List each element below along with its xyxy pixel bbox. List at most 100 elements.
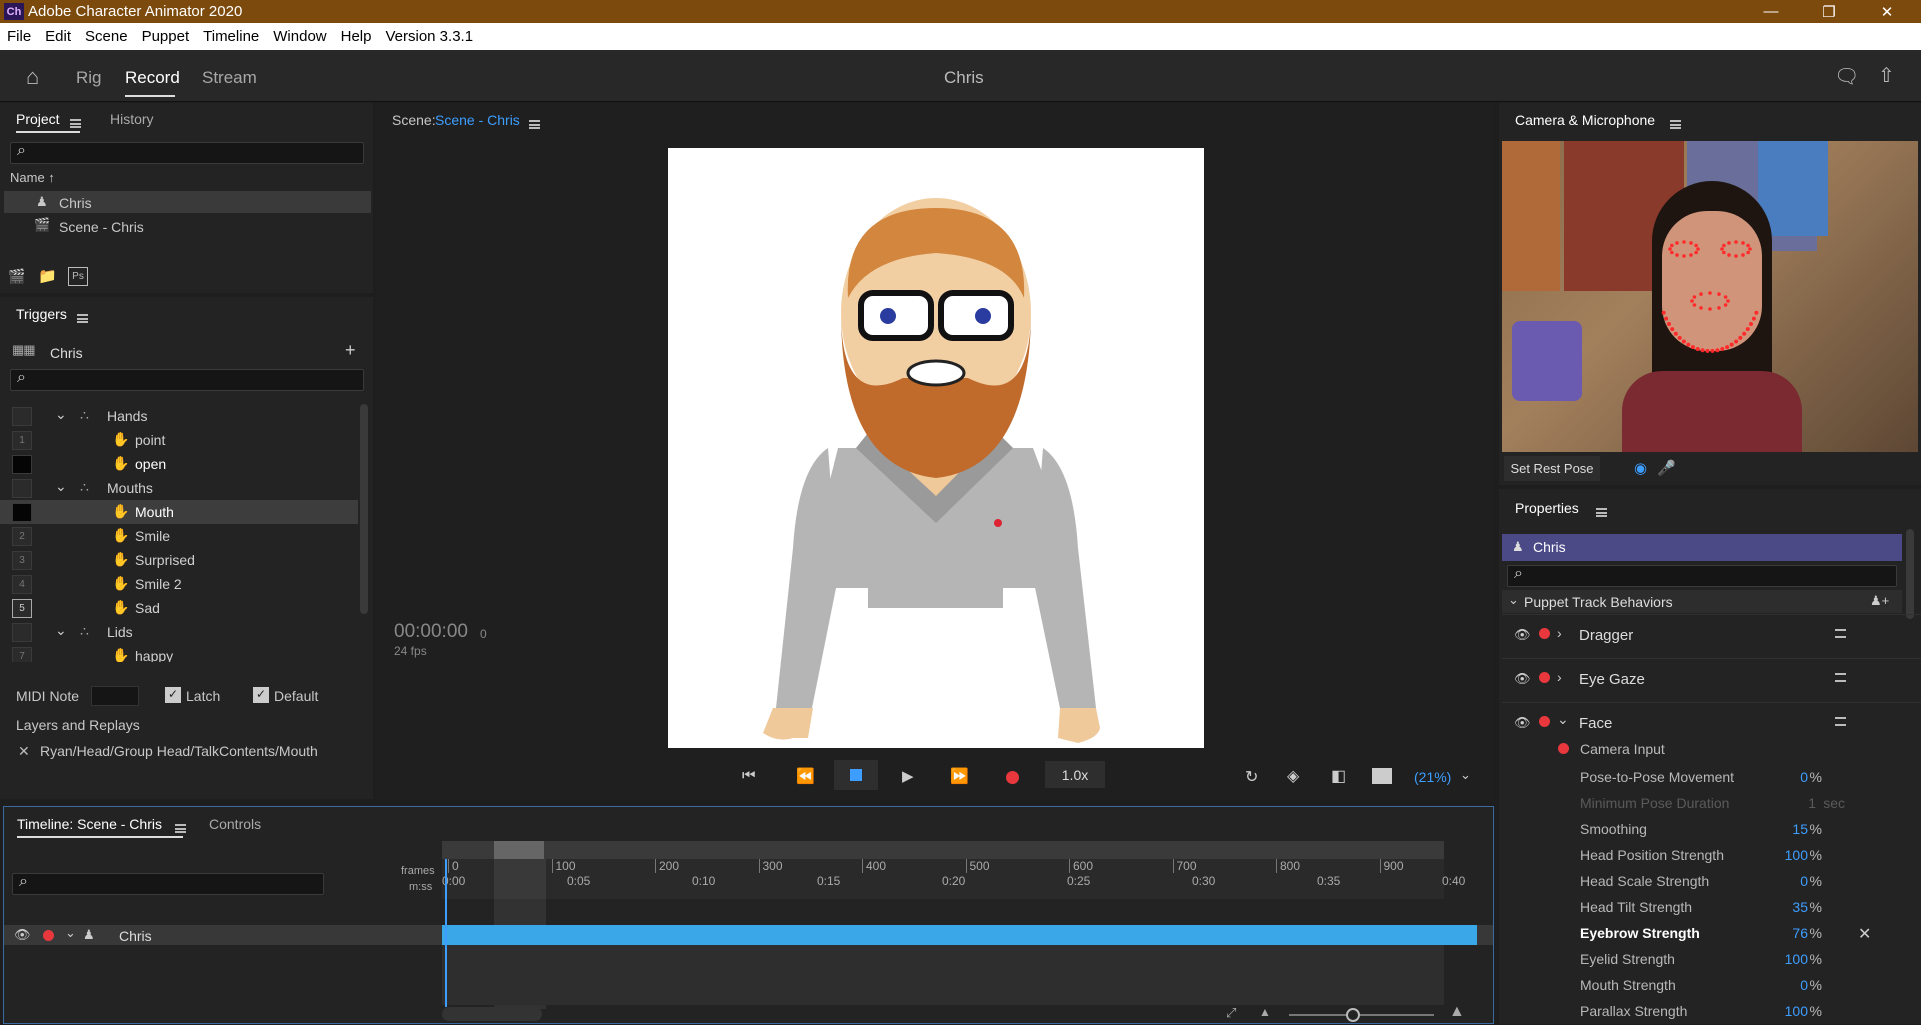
chevron-down-icon[interactable]: ⌄ — [55, 622, 67, 639]
trigger-key[interactable]: 5 — [12, 598, 32, 618]
reset-icon[interactable]: ✕ — [1858, 924, 1871, 944]
tab-record[interactable]: Record — [125, 68, 180, 88]
menu-item-window[interactable]: Window — [266, 28, 333, 45]
properties-menu-icon[interactable] — [1596, 508, 1607, 518]
trigger-item[interactable]: 7 ✋ happy — [0, 644, 358, 662]
param-pose-to-pose-movement[interactable]: Pose-to-Pose Movement 0% — [1580, 769, 1880, 791]
chevron-right-icon[interactable]: › — [1557, 625, 1562, 641]
trigger-key[interactable]: 2 — [12, 526, 32, 546]
cast-icon[interactable]: ◧ — [1331, 766, 1346, 786]
new-scene-icon[interactable]: 🎬 — [8, 268, 25, 285]
add-trigger-icon[interactable]: + — [345, 340, 356, 361]
param-minimum-pose-duration[interactable]: Minimum Pose Duration 1 sec — [1580, 795, 1880, 817]
latch-checkbox[interactable]: ✓ — [165, 687, 181, 703]
step-forward-button[interactable]: ⏩ — [950, 767, 969, 785]
trigger-item[interactable]: 5 ✋ Sad — [0, 596, 358, 620]
zoom-chevron-down-icon[interactable]: ⌄ — [1460, 767, 1471, 783]
eye-icon[interactable]: 👁 — [1514, 627, 1531, 643]
zoom-in-icon[interactable]: ▲ — [1449, 1003, 1465, 1021]
zoom-slider-thumb[interactable] — [1346, 1008, 1360, 1022]
behavior-record-icon[interactable] — [1539, 716, 1550, 727]
chevron-down-icon[interactable]: ⌄ — [55, 478, 67, 495]
behavior-dragger[interactable]: 👁 › Dragger — [1502, 614, 1921, 658]
trigger-group[interactable]: ⌄ ∴ Mouths — [0, 476, 358, 500]
param-value[interactable]: 100 — [1785, 847, 1808, 863]
trigger-key[interactable]: 1 — [12, 430, 32, 450]
param-value[interactable]: 76 — [1792, 925, 1808, 941]
trigger-group[interactable]: ⌄ ∴ Hands — [0, 404, 358, 428]
menu-item-puppet[interactable]: Puppet — [135, 28, 197, 45]
tab-stream[interactable]: Stream — [202, 68, 257, 88]
eye-icon[interactable]: 👁 — [1514, 715, 1531, 731]
horizontal-scrollbar[interactable] — [442, 1007, 542, 1021]
behavior-record-icon[interactable] — [1539, 628, 1550, 639]
menu-item-scene[interactable]: Scene — [78, 28, 135, 45]
home-icon[interactable]: ⌂ — [26, 64, 39, 90]
tab-project[interactable]: Project — [16, 111, 60, 127]
properties-search-input[interactable] — [1507, 565, 1897, 587]
blend-icon[interactable]: ◈ — [1287, 766, 1299, 786]
param-value[interactable]: 1 — [1808, 795, 1816, 811]
param-value[interactable]: 0 — [1800, 977, 1808, 993]
trigger-key[interactable]: 4 — [12, 574, 32, 594]
track-chevron-down-icon[interactable]: ⌄ — [65, 925, 76, 941]
scene-menu-icon[interactable] — [529, 120, 540, 130]
project-item-scene[interactable]: 🎬 Scene - Chris — [4, 215, 371, 237]
camera-toggle-icon[interactable]: ◉ — [1634, 459, 1647, 477]
timeline-menu-icon[interactable] — [175, 824, 186, 834]
feedback-icon[interactable]: 🗨 — [1834, 64, 1859, 89]
microphone-icon[interactable]: 🎤 — [1657, 459, 1676, 477]
param-value[interactable]: 0 — [1800, 769, 1808, 785]
share-icon[interactable]: ⇧ — [1878, 63, 1895, 88]
set-rest-pose-button[interactable]: Set Rest Pose — [1504, 456, 1600, 481]
fit-icon[interactable]: ⤢ — [1226, 1005, 1236, 1021]
trigger-key[interactable]: 7 — [12, 646, 32, 662]
trigger-key[interactable] — [12, 478, 32, 498]
behavior-record-icon[interactable] — [1539, 672, 1550, 683]
record-button[interactable] — [1006, 771, 1019, 784]
scene-name-link[interactable]: Scene - Chris — [435, 112, 520, 128]
param-mouth-strength[interactable]: Mouth Strength 0% — [1580, 977, 1880, 999]
trigger-item[interactable]: 3 ✋ Surprised — [0, 548, 358, 572]
param-smoothing[interactable]: Smoothing 15% — [1580, 821, 1880, 843]
param-head-scale-strength[interactable]: Head Scale Strength 0% — [1580, 873, 1880, 895]
project-item-chris[interactable]: ♟ Chris — [4, 191, 371, 213]
param-parallax-strength[interactable]: Parallax Strength 100% — [1580, 1003, 1880, 1025]
puppet-track-behaviors-header[interactable]: ⌄ Puppet Track Behaviors ♟+ — [1502, 590, 1902, 613]
track-record-icon[interactable] — [43, 930, 54, 941]
trigger-key[interactable] — [12, 622, 32, 642]
close-button[interactable]: ✕ — [1864, 0, 1910, 23]
add-behavior-icon[interactable]: ♟+ — [1870, 593, 1889, 609]
chevron-down-icon[interactable]: ⌄ — [55, 406, 67, 423]
scene-stage[interactable] — [668, 148, 1204, 748]
chevron-down-icon[interactable]: ⌄ — [1557, 711, 1569, 728]
timeline-ruler[interactable]: 0 100 200 300 400 500 600 700 800 900 0:00 0:05 0:10… — [442, 859, 1465, 899]
trigger-group[interactable]: ⌄ ∴ Lids — [0, 620, 358, 644]
midi-note-input[interactable] — [91, 686, 139, 706]
remove-layer-icon[interactable]: ✕ — [18, 743, 30, 760]
behavior-eye-gaze[interactable]: 👁 › Eye Gaze — [1502, 658, 1921, 702]
menu-item-version-3-3-1[interactable]: Version 3.3.1 — [378, 28, 480, 45]
tab-rig[interactable]: Rig — [76, 68, 102, 88]
chevron-right-icon[interactable]: › — [1557, 669, 1562, 685]
behavior-menu-icon[interactable] — [1835, 629, 1846, 638]
trigger-key[interactable] — [12, 502, 32, 522]
param-eyelid-strength[interactable]: Eyelid Strength 100% — [1580, 951, 1880, 973]
param-eyebrow-strength[interactable]: Eyebrow Strength 76% ✕ — [1580, 925, 1880, 947]
name-column-header[interactable]: Name ↑ — [10, 170, 55, 185]
trigger-search-input[interactable] — [10, 369, 364, 391]
param-head-position-strength[interactable]: Head Position Strength 100% — [1580, 847, 1880, 869]
param-value[interactable]: 100 — [1785, 951, 1808, 967]
param-head-tilt-strength[interactable]: Head Tilt Strength 35% — [1580, 899, 1880, 921]
playhead[interactable] — [445, 859, 447, 1007]
speed-select[interactable]: 1.0x — [1045, 761, 1105, 788]
zoom-slider[interactable] — [1289, 1014, 1434, 1016]
stop-button[interactable] — [834, 760, 878, 790]
photoshop-icon[interactable]: Ps — [68, 267, 88, 286]
properties-scrollbar[interactable] — [1906, 529, 1914, 619]
timeline-scroll-area[interactable] — [442, 841, 1444, 859]
default-checkbox[interactable]: ✓ — [253, 687, 269, 703]
trigger-item[interactable]: 4 ✋ Smile 2 — [0, 572, 358, 596]
param-value[interactable]: 15 — [1792, 821, 1808, 837]
project-search-input[interactable] — [10, 142, 364, 164]
